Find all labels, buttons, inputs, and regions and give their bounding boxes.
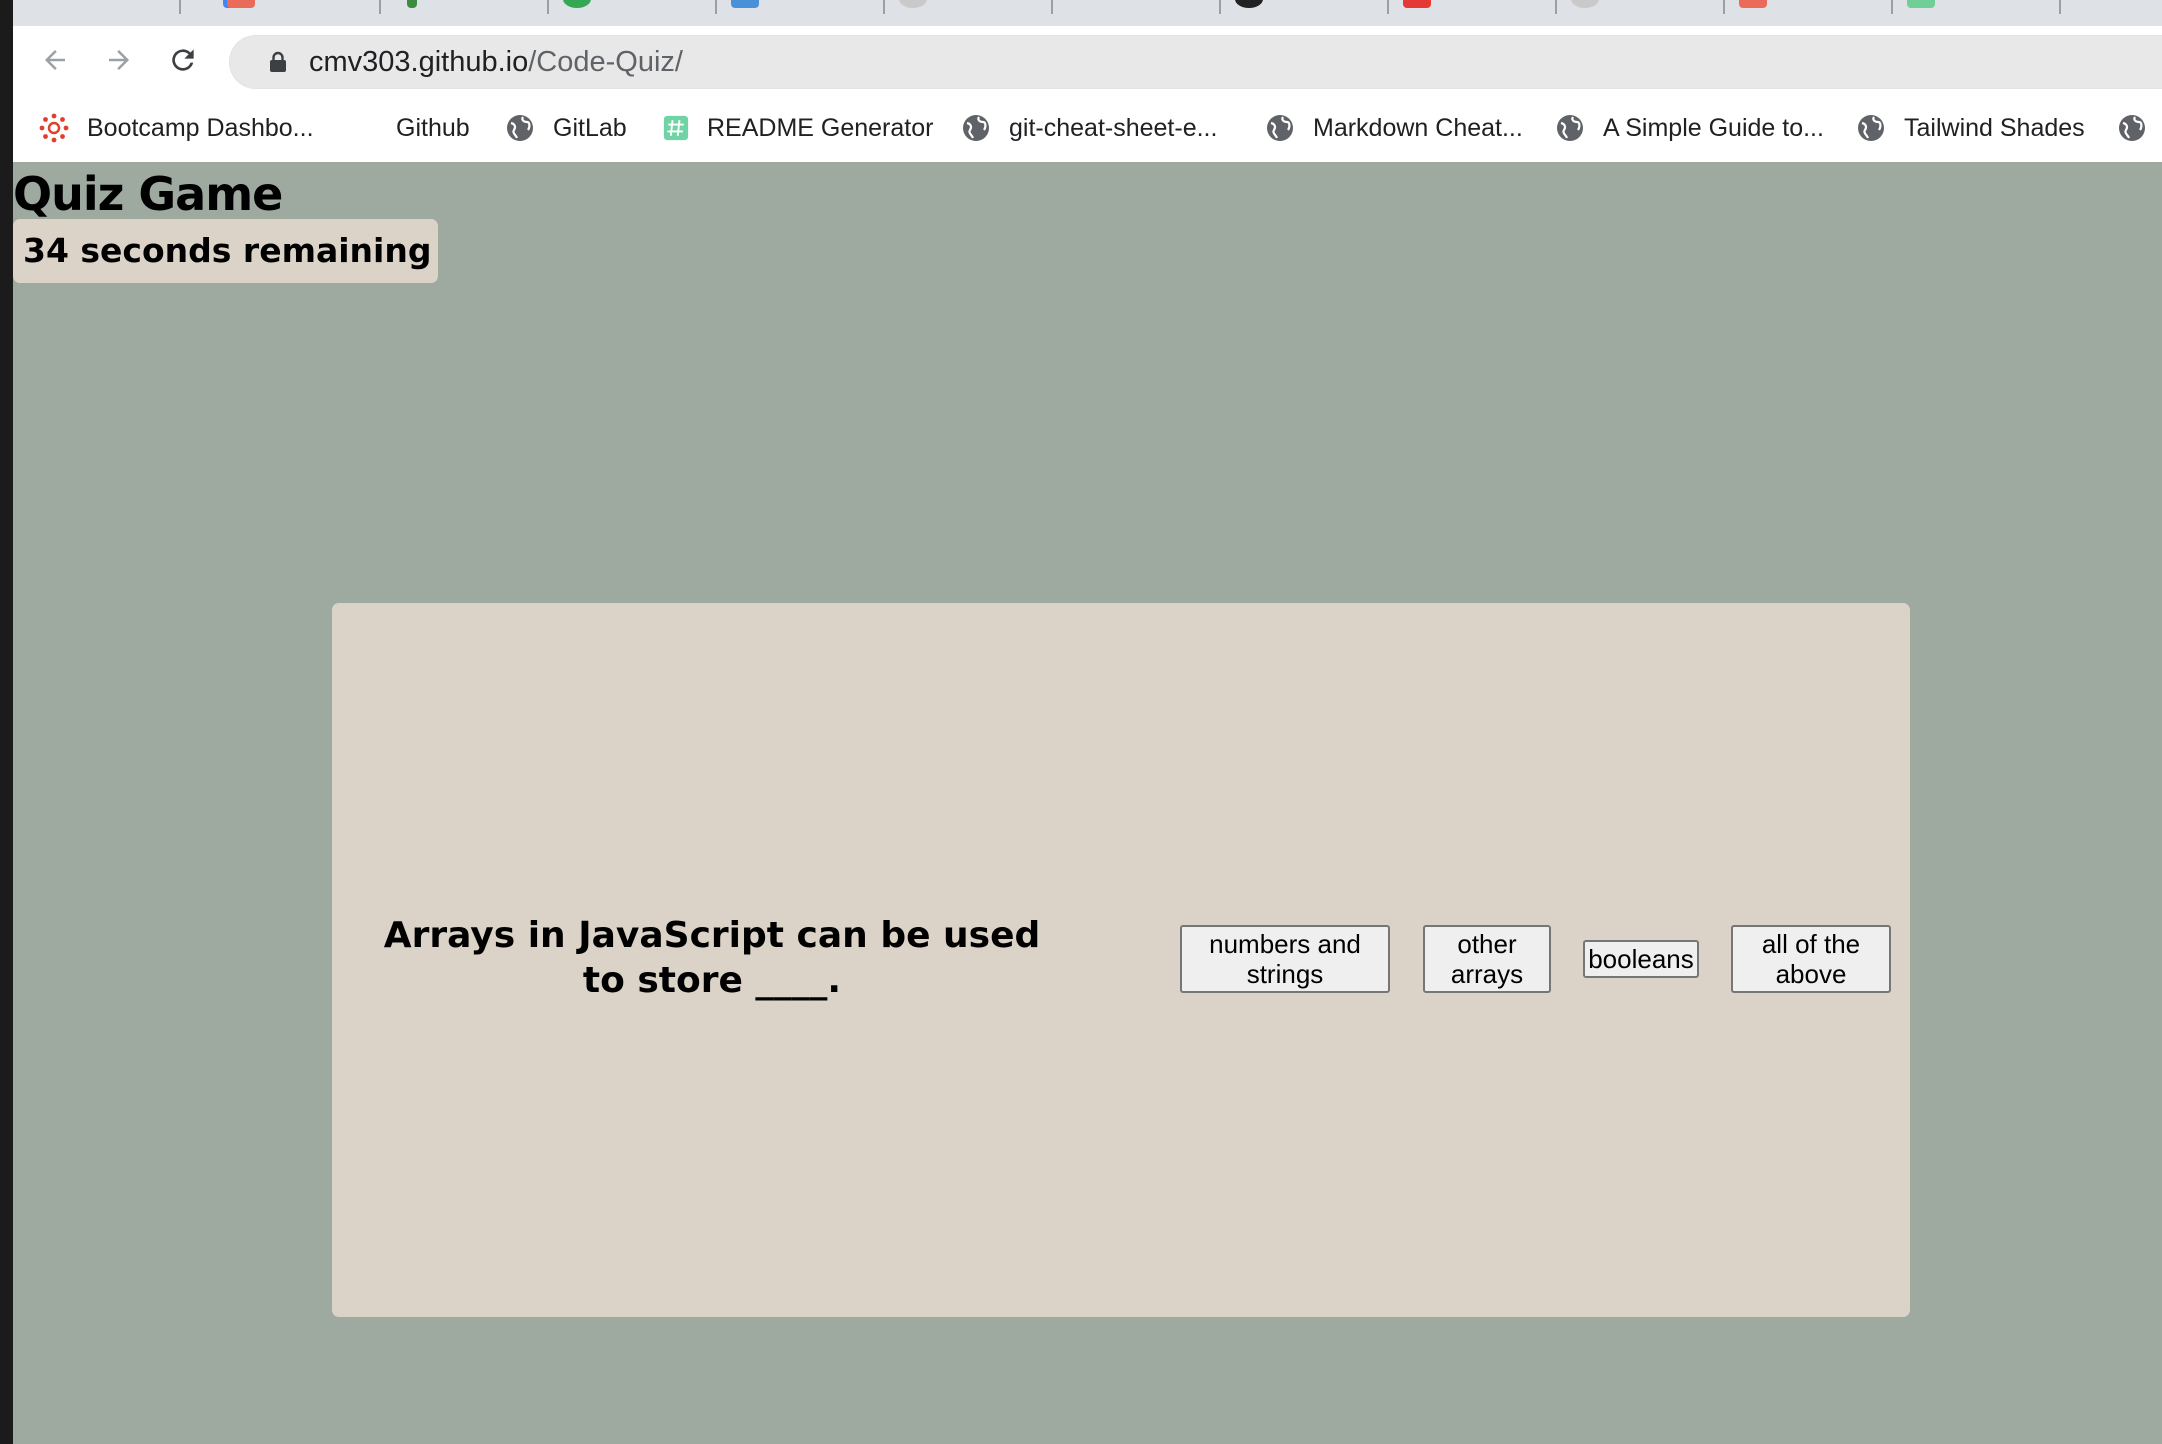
answer-button-numbers-and-strings[interactable]: numbers and strings [1180,925,1390,993]
quiz-card: Arrays in JavaScript can be used to stor… [332,603,1910,1317]
arrow-right-icon [109,50,129,70]
bookmark-label: README Generator [707,113,934,142]
navigation-bar: cmv303.github.io/Code-Quiz/ [13,26,2162,98]
page-title: Quiz Game [13,167,283,221]
url-path: /Code-Quiz/ [528,46,683,78]
reload-button[interactable] [163,40,203,80]
tab-strip [13,0,2162,26]
tab[interactable] [549,0,717,14]
browser-chrome: cmv303.github.io/Code-Quiz/ Bootcamp Das… [13,0,2162,163]
url-text: cmv303.github.io/Code-Quiz/ [309,35,683,89]
question-text: Arrays in JavaScript can be used to stor… [383,915,1041,1001]
tab[interactable] [13,0,233,14]
answer-button-all-of-the-above[interactable]: all of the above [1731,925,1891,993]
tab[interactable] [1893,0,2061,14]
tab[interactable] [381,0,549,14]
canvas-icon [39,113,69,143]
answer-button-other-arrays[interactable]: other arrays [1423,925,1551,993]
bookmark-readme-generator[interactable]: README Generator [663,108,933,148]
bookmark-label: Markdown Cheat... [1313,113,1523,142]
bookmarks-bar: Bootcamp Dashbo... Github GitLab README … [13,98,2162,163]
bookmark-simple-guide[interactable]: A Simple Guide to... [1555,108,1824,148]
bookmark-markdown-cheat[interactable]: Markdown Cheat... [1265,108,1523,148]
page-content: Quiz Game 34 seconds remaining Arrays in… [13,162,2162,1444]
tab[interactable] [1053,0,1221,14]
globe-icon [1557,115,1583,141]
tab[interactable] [717,0,885,14]
forward-button[interactable] [99,40,139,80]
bookmark-label: Tailwind Shades [1904,113,2085,142]
lock-icon [270,51,286,72]
bookmark-git-cheat-sheet[interactable]: git-cheat-sheet-e... [961,108,1217,148]
tab[interactable] [1389,0,1557,14]
answer-button-booleans[interactable]: booleans [1583,940,1699,978]
bookmark-label: git-cheat-sheet-e... [1009,113,1218,142]
timer-display: 34 seconds remaining [13,219,438,283]
hash-icon [663,115,689,141]
arrow-left-icon [45,50,65,70]
tab[interactable] [1221,0,1389,14]
globe-icon [507,115,533,141]
bookmark-overflow[interactable] [2117,108,2162,148]
tab[interactable] [213,0,381,14]
bookmark-gitlab[interactable]: GitLab [505,108,627,148]
bookmark-label: Bootcamp Dashbo... [87,113,314,142]
globe-icon [963,115,989,141]
bookmark-bootcamp-dashboard[interactable]: Bootcamp Dashbo... [39,108,314,148]
tab[interactable] [1725,0,1893,14]
bookmark-label: A Simple Guide to... [1603,113,1824,142]
bookmark-tailwind-shades[interactable]: Tailwind Shades [1856,108,2085,148]
bookmark-label: GitLab [553,113,627,142]
back-button[interactable] [35,40,75,80]
bookmark-github[interactable]: Github [396,108,470,148]
tab[interactable] [1557,0,1725,14]
tab[interactable] [885,0,1053,14]
url-host: cmv303.github.io [309,46,529,78]
address-bar[interactable]: cmv303.github.io/Code-Quiz/ [229,35,2162,89]
globe-icon [1858,115,1884,141]
reload-icon [172,49,194,71]
globe-icon [1267,115,1293,141]
bookmark-label: Github [396,113,470,142]
globe-icon [2119,115,2145,141]
